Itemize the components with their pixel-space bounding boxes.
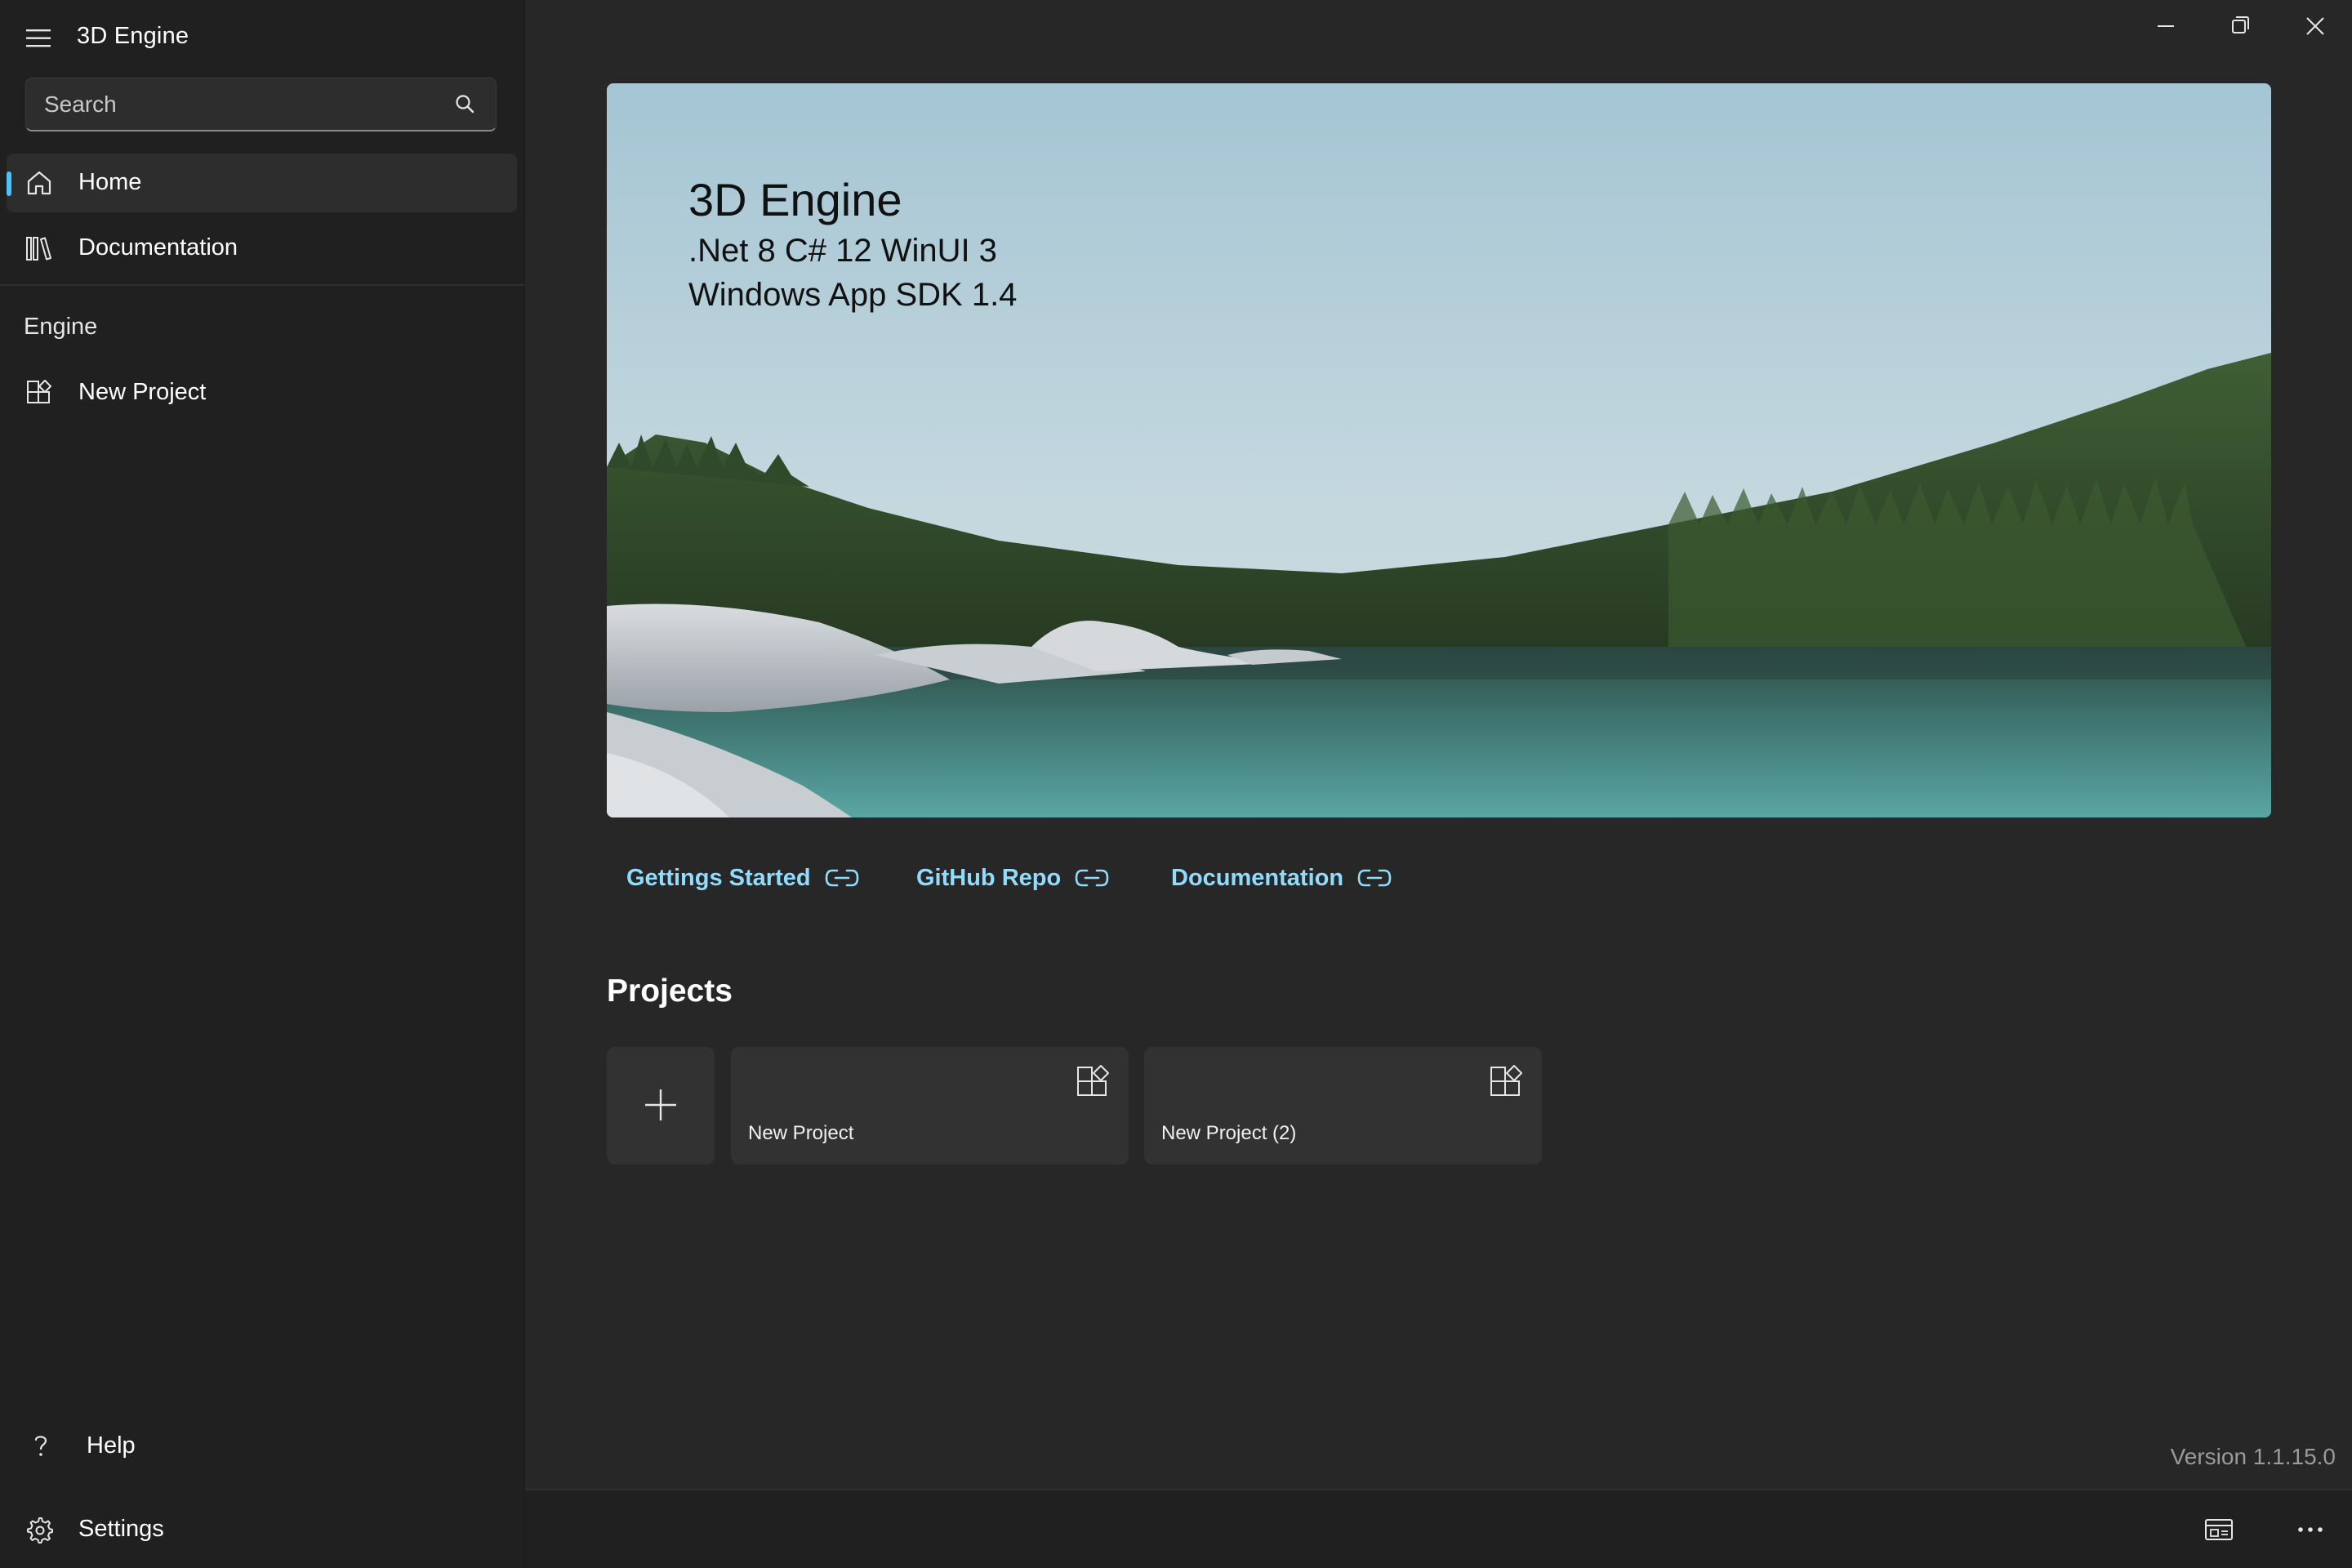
app-add-icon [27, 380, 51, 403]
getting-started-link[interactable]: Gettings Started [626, 858, 860, 898]
app-title: 3D Engine [77, 23, 189, 49]
hero-text: 3D Engine .Net 8 C# 12 WinUI 3 Windows A… [688, 172, 1017, 317]
hero-tech-stack: .Net 8 C# 12 WinUI 3 [688, 233, 997, 269]
hero-sdk-version: Windows App SDK 1.4 [688, 277, 1018, 313]
link-label: Documentation [1171, 864, 1344, 891]
nav-section-header: Engine [24, 314, 98, 340]
hamburger-menu-icon[interactable] [24, 28, 54, 49]
projects-heading: Projects [607, 973, 733, 1009]
link-icon [1357, 869, 1392, 887]
documentation-link[interactable]: Documentation [1171, 858, 1392, 898]
nav-item-label: Home [78, 169, 142, 195]
main-content: 3D Engine .Net 8 C# 12 WinUI 3 Windows A… [524, 0, 2352, 1568]
plus-icon [645, 1089, 676, 1120]
library-icon [26, 237, 51, 261]
question-icon [34, 1436, 47, 1456]
search-input[interactable] [42, 78, 434, 131]
link-label: Gettings Started [626, 864, 811, 891]
github-repo-link[interactable]: GitHub Repo [916, 858, 1110, 898]
project-card[interactable]: New Project (2) [1144, 1047, 1542, 1165]
nav-item-home[interactable]: Home [7, 154, 517, 212]
nav-item-settings[interactable]: Settings [7, 1500, 517, 1559]
nav-divider [0, 284, 524, 286]
hero-title: 3D Engine [688, 174, 902, 225]
restore-icon[interactable] [2211, 8, 2268, 44]
close-icon[interactable] [2286, 8, 2343, 44]
search-icon[interactable] [453, 93, 476, 116]
hero-banner: 3D Engine .Net 8 C# 12 WinUI 3 Windows A… [607, 83, 2271, 817]
gear-icon [27, 1517, 53, 1544]
link-icon [825, 869, 858, 887]
status-bar [525, 1489, 2352, 1568]
project-name: New Project [748, 1122, 854, 1144]
nav-item-label: Help [87, 1432, 136, 1459]
navigation-pane: 3D Engine Home Documentation Engine [0, 0, 524, 1568]
nav-item-new-project[interactable]: New Project [7, 363, 517, 422]
app-add-icon [1077, 1065, 1109, 1096]
more-icon[interactable] [2294, 1515, 2327, 1544]
nav-item-label: Documentation [78, 234, 238, 261]
app-add-icon [1490, 1065, 1522, 1096]
status-panel-icon[interactable] [2203, 1515, 2235, 1544]
nav-item-label: New Project [78, 379, 207, 405]
selection-indicator [7, 172, 11, 196]
app-header: 3D Engine [0, 0, 524, 77]
nav-item-help[interactable]: Help [7, 1417, 517, 1476]
nav-item-documentation[interactable]: Documentation [7, 219, 517, 278]
home-icon [27, 171, 51, 195]
link-label: GitHub Repo [916, 864, 1062, 891]
search-box[interactable] [25, 78, 497, 131]
link-icon [1075, 869, 1109, 887]
project-card[interactable]: New Project [731, 1047, 1129, 1165]
version-label: Version 1.1.15.0 [2170, 1444, 2336, 1469]
minimize-icon[interactable] [2136, 8, 2194, 44]
project-name: New Project (2) [1161, 1122, 1297, 1144]
nav-item-label: Settings [78, 1516, 164, 1542]
add-project-button[interactable] [607, 1047, 715, 1165]
